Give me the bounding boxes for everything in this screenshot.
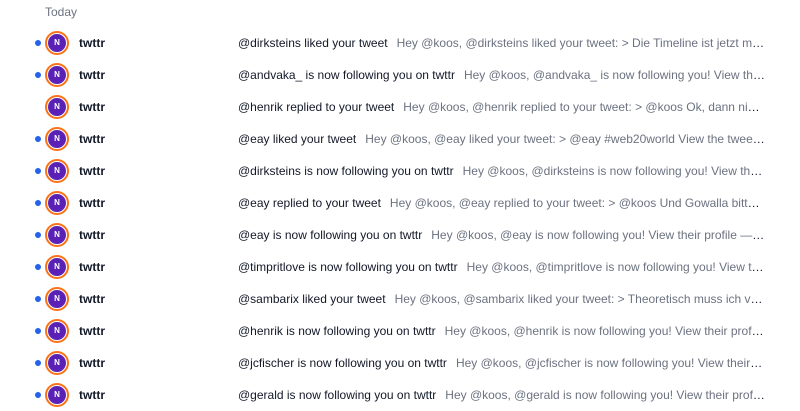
message-row[interactable]: N twttr @eay replied to your tweet Hey @k…	[0, 187, 800, 219]
message-subject: @timpritlove is now following you on twt…	[238, 260, 458, 274]
unread-dot-icon	[35, 40, 41, 46]
message-row[interactable]: N twttr @jcfischer is now following you …	[0, 347, 800, 379]
message-snippet: Hey @koos, @gerald is now following you!…	[445, 388, 765, 402]
sender-name: twttr	[79, 36, 105, 50]
message-row[interactable]: N twttr @timpritlove is now following yo…	[0, 251, 800, 283]
message-row[interactable]: N twttr @henrik replied to your tweet Hey…	[0, 91, 800, 123]
sender-name: twttr	[79, 324, 105, 338]
message-snippet: Hey @koos, @dirksteins is now following …	[462, 164, 765, 178]
sender-name: twttr	[79, 100, 105, 114]
avatar: N	[45, 223, 69, 247]
sender-name: twttr	[79, 388, 105, 402]
unread-dot-icon	[35, 264, 41, 270]
message-subject: @henrik is now following you on twttr	[238, 324, 436, 338]
message-row[interactable]: N twttr @sambarix liked your tweet Hey @k…	[0, 283, 800, 315]
message-subject: @dirksteins is now following you on twtt…	[238, 164, 454, 178]
message-snippet: Hey @koos, @eay is now following you! Vi…	[431, 228, 765, 242]
message-subject: @henrik replied to your tweet	[238, 100, 395, 114]
avatar-initial: N	[48, 322, 66, 340]
message-content: @timpritlove is now following you on twt…	[238, 259, 765, 275]
avatar-initial: N	[48, 66, 66, 84]
message-content: @henrik replied to your tweet Hey @koos, …	[238, 99, 765, 115]
avatar: N	[45, 255, 69, 279]
message-subject: @sambarix liked your tweet	[238, 292, 386, 306]
avatar: N	[45, 191, 69, 215]
message-snippet: Hey @koos, @timpritlove is now following…	[466, 260, 765, 274]
message-snippet: Hey @koos, @henrik replied to your tweet…	[403, 100, 765, 114]
unread-dot-icon	[35, 72, 41, 78]
avatar-initial: N	[48, 98, 66, 116]
message-content: @andvaka_ is now following you on twttr H…	[238, 67, 765, 83]
avatar-initial: N	[48, 386, 66, 404]
message-snippet: Hey @koos, @dirksteins liked your tweet:…	[396, 36, 765, 50]
unread-dot-icon	[35, 392, 41, 398]
message-list: N twttr @dirksteins liked your tweet Hey …	[0, 27, 800, 411]
message-subject: @jcfischer is now following you on twttr	[238, 356, 447, 370]
sender-name: twttr	[79, 132, 105, 146]
avatar-initial: N	[48, 354, 66, 372]
message-snippet: Hey @koos, @jcfischer is now following y…	[455, 356, 765, 370]
sender-name: twttr	[79, 196, 105, 210]
message-content: @sambarix liked your tweet Hey @koos, @sa…	[238, 291, 765, 307]
message-subject: @andvaka_ is now following you on twttr	[238, 68, 455, 82]
message-snippet: Hey @koos, @henrik is now following you!…	[444, 324, 765, 338]
avatar: N	[45, 63, 69, 87]
avatar-initial: N	[48, 194, 66, 212]
message-subject: @eay is now following you on twttr	[238, 228, 423, 242]
avatar: N	[45, 319, 69, 343]
sender-name: twttr	[79, 260, 105, 274]
sender-name: twttr	[79, 68, 105, 82]
unread-dot-icon	[35, 360, 41, 366]
avatar: N	[45, 351, 69, 375]
message-subject: @dirksteins liked your tweet	[238, 36, 388, 50]
avatar-initial: N	[48, 34, 66, 52]
message-content: @eay replied to your tweet Hey @koos, @ea…	[238, 195, 765, 211]
avatar: N	[45, 383, 69, 407]
section-header-today: Today	[45, 5, 78, 19]
unread-dot-icon	[35, 136, 41, 142]
sender-name: twttr	[79, 356, 105, 370]
avatar: N	[45, 159, 69, 183]
avatar-initial: N	[48, 162, 66, 180]
unread-dot-icon	[35, 168, 41, 174]
message-subject: @eay liked your tweet	[238, 132, 357, 146]
message-row[interactable]: N twttr @dirksteins is now following you…	[0, 155, 800, 187]
avatar: N	[45, 95, 69, 119]
message-row[interactable]: N twttr @andvaka_ is now following you o…	[0, 59, 800, 91]
avatar: N	[45, 31, 69, 55]
message-content: @eay liked your tweet Hey @koos, @eay lik…	[238, 131, 765, 147]
message-row[interactable]: N twttr @eay liked your tweet Hey @koos, …	[0, 123, 800, 155]
message-snippet: Hey @koos, @eay replied to your tweet: >…	[389, 196, 765, 210]
message-content: @gerald is now following you on twttr Hey…	[238, 387, 765, 403]
message-content: @henrik is now following you on twttr Hey…	[238, 323, 765, 339]
sender-name: twttr	[79, 228, 105, 242]
message-content: @eay is now following you on twttr Hey @k…	[238, 227, 765, 243]
sender-name: twttr	[79, 292, 105, 306]
avatar-initial: N	[48, 258, 66, 276]
message-row[interactable]: N twttr @dirksteins liked your tweet Hey …	[0, 27, 800, 59]
unread-dot-icon	[35, 200, 41, 206]
avatar-initial: N	[48, 130, 66, 148]
message-subject: @eay replied to your tweet	[238, 196, 381, 210]
message-content: @dirksteins liked your tweet Hey @koos, @…	[238, 35, 765, 51]
message-subject: @gerald is now following you on twttr	[238, 388, 437, 402]
message-content: @jcfischer is now following you on twttr…	[238, 355, 765, 371]
unread-dot-icon	[35, 328, 41, 334]
message-row[interactable]: N twttr @gerald is now following you on …	[0, 379, 800, 411]
avatar: N	[45, 287, 69, 311]
message-snippet: Hey @koos, @sambarix liked your tweet: >…	[394, 292, 765, 306]
message-content: @dirksteins is now following you on twtt…	[238, 163, 765, 179]
message-row[interactable]: N twttr @eay is now following you on twt…	[0, 219, 800, 251]
sender-name: twttr	[79, 164, 105, 178]
message-snippet: Hey @koos, @andvaka_ is now following yo…	[463, 68, 765, 82]
unread-dot-icon	[35, 232, 41, 238]
unread-dot-icon	[35, 296, 41, 302]
message-row[interactable]: N twttr @henrik is now following you on …	[0, 315, 800, 347]
avatar: N	[45, 127, 69, 151]
avatar-initial: N	[48, 226, 66, 244]
avatar-initial: N	[48, 290, 66, 308]
message-snippet: Hey @koos, @eay liked your tweet: > @eay…	[365, 132, 765, 146]
